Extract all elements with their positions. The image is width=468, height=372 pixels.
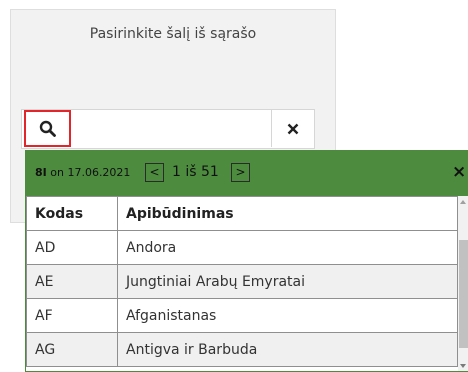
search-button[interactable]	[24, 110, 71, 147]
popup-header: 8I on 17.06.2021 < 1 iš 51 > ×	[26, 151, 468, 196]
cell-code[interactable]: AF	[26, 298, 118, 333]
scroll-up-arrow-icon[interactable]	[460, 200, 466, 204]
table-header-row: Kodas Apibūdinimas	[26, 196, 458, 231]
close-icon: ×	[452, 162, 467, 182]
country-list-popup: 8I on 17.06.2021 < 1 iš 51 > × Kodas Api…	[25, 150, 468, 372]
table-scrollbar[interactable]	[458, 196, 468, 371]
scrollbar-thumb[interactable]	[459, 240, 468, 348]
cell-description[interactable]: Andora	[117, 230, 458, 265]
country-table: Kodas Apibūdinimas AD Andora AE Jungtini…	[26, 196, 458, 367]
cell-description[interactable]: Afganistanas	[117, 298, 458, 333]
search-icon	[39, 120, 56, 137]
cell-description[interactable]: Jungtiniai Arabų Emyratai	[117, 264, 458, 299]
next-page-button[interactable]: >	[231, 163, 250, 182]
clear-search-button[interactable]	[271, 110, 313, 147]
page-indicator: 1 iš 51	[172, 164, 219, 180]
cell-code[interactable]: AG	[26, 332, 118, 367]
table-row[interactable]: AD Andora	[26, 230, 458, 265]
table-row[interactable]: AG Antigva ir Barbuda	[26, 332, 458, 367]
cell-code[interactable]: AE	[26, 264, 118, 299]
table-row[interactable]: AF Afganistanas	[26, 298, 458, 333]
version-info: 8I on 17.06.2021	[35, 166, 130, 179]
close-popup-button[interactable]: ×	[452, 162, 468, 182]
column-header-code[interactable]: Kodas	[26, 196, 118, 231]
version-code: 8I	[35, 166, 47, 179]
cell-description[interactable]: Antigva ir Barbuda	[117, 332, 458, 367]
scroll-down-arrow-icon[interactable]	[460, 364, 466, 368]
panel-title: Pasirinkite šalį iš sąrašo	[89, 26, 257, 42]
column-header-description[interactable]: Apibūdinimas	[117, 196, 458, 231]
close-icon	[287, 123, 298, 134]
cell-code[interactable]: AD	[26, 230, 118, 265]
version-date: on 17.06.2021	[50, 166, 131, 179]
table-row[interactable]: AE Jungtiniai Arabų Emyratai	[26, 264, 458, 299]
prev-page-button[interactable]: <	[145, 163, 164, 182]
